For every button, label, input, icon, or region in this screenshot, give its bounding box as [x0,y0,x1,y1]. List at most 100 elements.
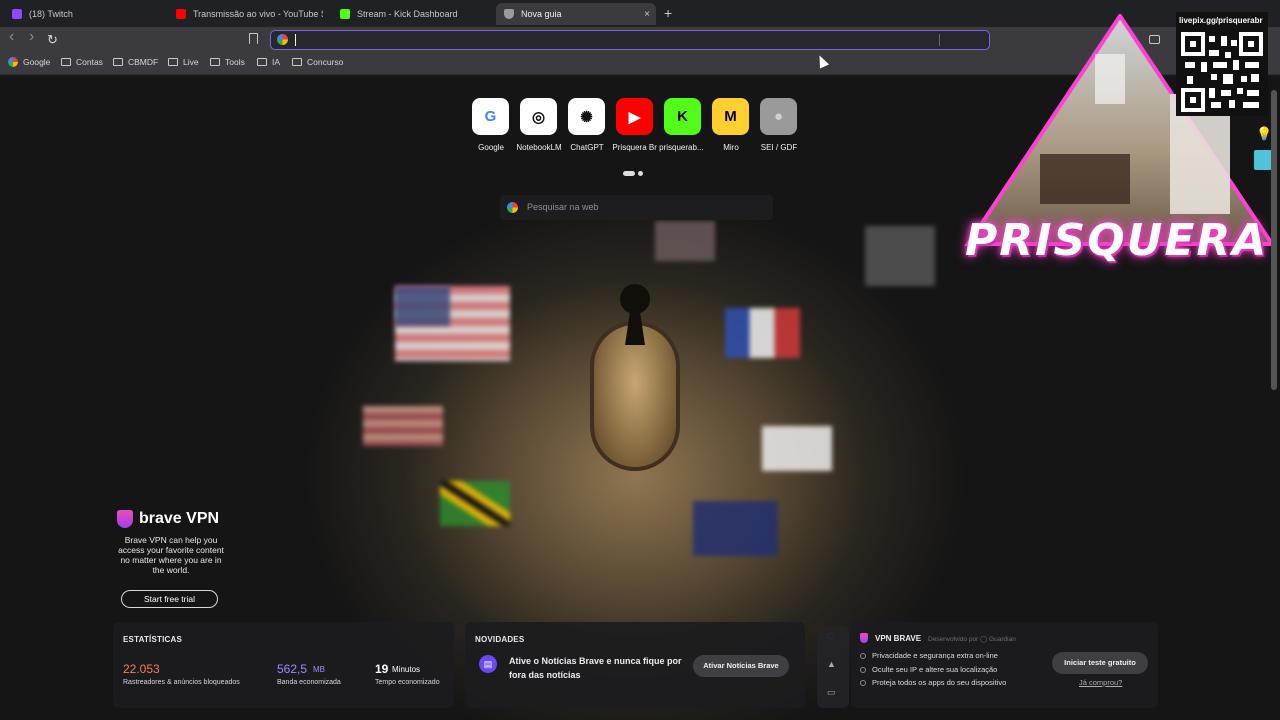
bookmark-label: Live [183,57,199,67]
top-site-miro[interactable]: M [712,98,750,135]
top-site-label: Miro [723,143,739,152]
time-unit: Minutos [392,665,421,674]
bullet-icon [860,666,866,673]
globe-icon: ● [760,98,797,135]
address-bar[interactable] [270,30,990,50]
tab-title: Transmissão ao vivo - YouTube Studio [193,9,323,19]
talk-widget-icon[interactable]: ▭ [827,687,836,698]
top-site-label: SEI / GDF [760,143,798,152]
google-icon: G [472,98,509,135]
enable-brave-news-button[interactable]: Ativar Notícias Brave [693,655,789,677]
reload-button[interactable]: ↻ [47,32,58,48]
bookmark-google[interactable]: Google [8,57,50,67]
web-search-box[interactable]: Pesquisar na web [500,195,773,220]
vpn-feature: Oculte seu IP e altere sua localização [860,665,997,674]
tab-twitch[interactable]: (18) Twitch [4,3,164,25]
folder-icon [113,58,123,66]
bookmark-icon[interactable] [249,33,258,44]
bookmark-folder-tools[interactable]: Tools [210,57,245,67]
kick-icon [340,9,350,19]
bookmark-label: Concurso [307,57,344,67]
twitch-icon [12,9,22,19]
top-site-kick[interactable]: K [664,98,702,135]
top-site-notebooklm[interactable]: ◎ [520,98,558,135]
bookmark-folder-ia[interactable]: IA [257,57,280,67]
top-site-google[interactable]: G [472,98,510,135]
youtube-icon: ▶ [616,98,653,135]
top-site-chatgpt[interactable]: ✺ [568,98,606,135]
google-icon [277,34,288,45]
folder-icon [61,58,71,66]
bookmark-folder-concurso[interactable]: Concurso [292,57,343,67]
tab-youtube-studio[interactable]: Transmissão ao vivo - YouTube Studio [168,3,328,25]
scrollbar[interactable] [1271,90,1277,390]
bookmark-folder-live[interactable]: Live [168,57,199,67]
new-tab-button[interactable]: + [664,5,672,21]
bandwidth-unit: MB [313,665,325,674]
text-caret [295,34,296,46]
bookmark-label: CBMDF [128,57,159,67]
top-site-label: NotebookLM [516,143,562,152]
rewards-widget-icon[interactable]: ▲ [827,659,836,669]
brave-vpn-logo: brave VPN [117,510,225,528]
stats-heading: ESTATÍSTICAS [123,635,182,644]
bullet-icon [860,652,866,659]
start-free-trial-button[interactable]: Start free trial [121,590,218,608]
folder-icon [257,58,267,66]
bookmark-folder-cbmdf[interactable]: CBMDF [113,57,158,67]
google-icon [8,57,18,67]
usa-flag-canton [395,286,450,326]
australia-flag-image [693,501,778,556]
top-site-sei-gdf[interactable]: ● [760,98,798,135]
page-dot-active[interactable] [623,171,635,176]
news-heading: NOVIDADES [475,635,525,644]
tab-kick-dashboard[interactable]: Stream - Kick Dashboard [332,3,492,25]
top-sites-pagination[interactable] [623,163,646,181]
bandwidth-saved-value: 562,5 [277,662,308,676]
start-trial-button[interactable]: Iniciar teste gratuito [1052,652,1148,674]
vpn-powered-by: Desenvolvido por ◯ Guardian [928,636,1016,643]
vpn-feature: Proteja todos os apps do seu dispositivo [860,678,1006,687]
folder-icon [168,58,178,66]
lightbulb-icon: 💡 [1256,126,1273,141]
france-flag-image [725,308,800,358]
folder-icon [210,58,220,66]
time-saved-label: Tempo economizado [375,679,440,686]
forward-button[interactable]: › [29,28,34,46]
brave-shield-icon [504,9,514,19]
qr-code-icon [1181,32,1263,112]
tab-new-tab[interactable]: Nova guia × [496,3,656,25]
already-purchased-link[interactable]: Já comprou? [1079,678,1122,687]
widget-switcher: ▲ ▭ [817,626,849,708]
top-site-label: Google [478,143,504,152]
bookmark-label: Tools [225,57,245,67]
miro-icon: M [712,98,749,135]
bandwidth-saved-label: Banda economizada [277,679,341,686]
trackers-blocked-label: Rastreadores & anúncios bloqueados [123,679,240,686]
back-button[interactable]: ‹ [9,28,14,46]
bookmark-label: Contas [76,57,103,67]
top-site-label: ChatGPT [570,143,604,152]
stats-card: ESTATÍSTICAS 22.053 Rastreadores & anúnc… [113,622,454,708]
vpn-promo: brave VPN Brave VPN can help you access … [117,510,225,575]
news-text: Ative o Notícias Brave e nunca fique por… [509,656,682,680]
top-site-youtube-prisquera[interactable]: ▶ [616,98,654,135]
jamaica-flag-image [440,481,510,526]
bookmark-label: Google [23,57,51,67]
youtube-icon [176,9,186,19]
close-icon[interactable]: × [644,9,650,20]
trackers-blocked-count: 22.053 [123,662,160,676]
bullet-icon [860,679,866,686]
flag-image [363,406,443,446]
chatgpt-icon: ✺ [568,98,605,135]
divider [939,34,940,46]
news-card: NOVIDADES ▤ Ative o Notícias Brave e nun… [465,622,805,708]
tab-title: Stream - Kick Dashboard [357,9,458,19]
page-dot[interactable] [638,171,643,176]
streamer-name-overlay: PRISQUERA [965,215,1269,266]
vpn-feature-text: Oculte seu IP e altere sua localização [872,665,998,674]
notebooklm-icon: ◎ [520,98,557,135]
bookmark-folder-contas[interactable]: Contas [61,57,103,67]
bookmark-label: IA [272,57,281,67]
korea-flag-image [762,426,832,471]
